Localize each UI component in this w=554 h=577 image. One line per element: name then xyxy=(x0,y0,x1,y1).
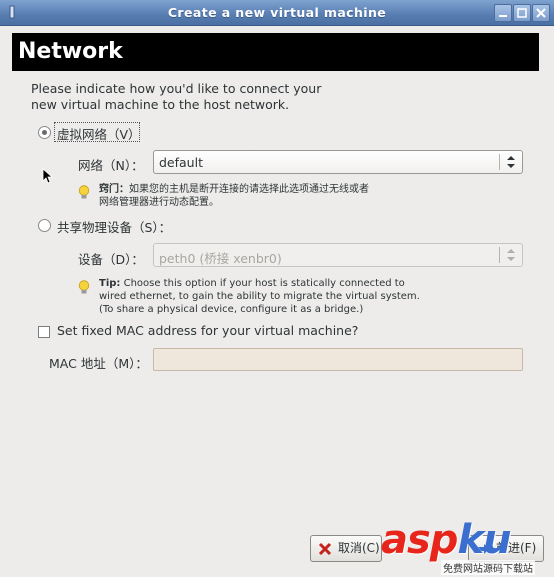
device-select-separator xyxy=(499,247,500,263)
minimize-icon xyxy=(499,15,507,17)
tip-virtual-network-line-1: 如果您的主机是断开连接的请选择此选项通过无线或者 xyxy=(129,184,369,195)
tip-shared-device: Tip: Choose this option if your host is … xyxy=(99,277,420,316)
intro-line-1: Please indicate how you'd like to connec… xyxy=(31,81,322,96)
virtual-network-label[interactable]: 虚拟网络（V） xyxy=(57,124,141,143)
tip-shared-device-line-3: (To share a physical device, configure i… xyxy=(99,304,364,315)
shared-device-radio[interactable] xyxy=(38,219,51,232)
window-title: Create a new virtual machine xyxy=(167,5,387,20)
watermark-subtitle: 免费网站源码下载站 xyxy=(441,560,535,575)
network-select-separator xyxy=(499,154,500,170)
fixed-mac-checkbox[interactable] xyxy=(38,326,50,338)
shared-device-label[interactable]: 共享物理设备（S）： xyxy=(57,217,171,236)
lightbulb-icon xyxy=(78,280,90,294)
tip-shared-device-line-2: wired ethernet, to gain the ability to m… xyxy=(99,291,420,302)
mac-address-label: MAC 地址（M）： xyxy=(49,356,148,371)
network-select[interactable]: default xyxy=(153,150,523,174)
virtual-network-radio[interactable] xyxy=(38,126,51,139)
intro-text: Please indicate how you'd like to connec… xyxy=(31,81,351,113)
tip-virtual-network-line-2: 网络管理器进行动态配置。 xyxy=(99,197,219,208)
device-select-value: peth0 (桥接 xenbr0) xyxy=(159,251,282,266)
fixed-mac-label[interactable]: Set fixed MAC address for your virtual m… xyxy=(57,323,358,338)
page-banner: Network xyxy=(12,33,539,71)
close-icon xyxy=(536,8,546,18)
tip-shared-device-line-1: Choose this option if your host is stati… xyxy=(120,278,405,289)
up-down-arrows-icon xyxy=(507,156,515,168)
tip-virtual-network-bold: 窍门： xyxy=(99,184,129,195)
tip-virtual-network: 窍门：如果您的主机是断开连接的请选择此选项通过无线或者 网络管理器进行动态配置。 xyxy=(99,183,369,209)
mac-address-input[interactable] xyxy=(153,348,523,371)
maximize-button[interactable] xyxy=(513,4,531,22)
aspku-watermark-logo: aspku xyxy=(381,517,512,563)
up-down-arrows-icon xyxy=(507,249,515,261)
close-window-button[interactable] xyxy=(532,4,550,22)
cancel-button-label: 取消(C) xyxy=(338,541,380,555)
maximize-icon xyxy=(517,8,527,18)
device-label: 设备（D）： xyxy=(78,252,144,267)
network-select-value: default xyxy=(159,155,203,170)
mouse-cursor-icon xyxy=(42,168,52,184)
network-label: 网络（N）： xyxy=(78,158,144,173)
tip-shared-device-bold: Tip: xyxy=(99,278,121,289)
page-title: Network xyxy=(18,39,123,64)
cancel-x-icon xyxy=(318,542,332,556)
cancel-button[interactable]: 取消(C) xyxy=(310,535,382,562)
window-titlebar[interactable]: Create a new virtual machine xyxy=(0,0,554,26)
lightbulb-icon xyxy=(78,185,90,199)
device-select[interactable]: peth0 (桥接 xenbr0) xyxy=(153,243,523,267)
intro-line-2: new virtual machine to the host network. xyxy=(31,97,290,112)
minimize-button[interactable] xyxy=(494,4,512,22)
